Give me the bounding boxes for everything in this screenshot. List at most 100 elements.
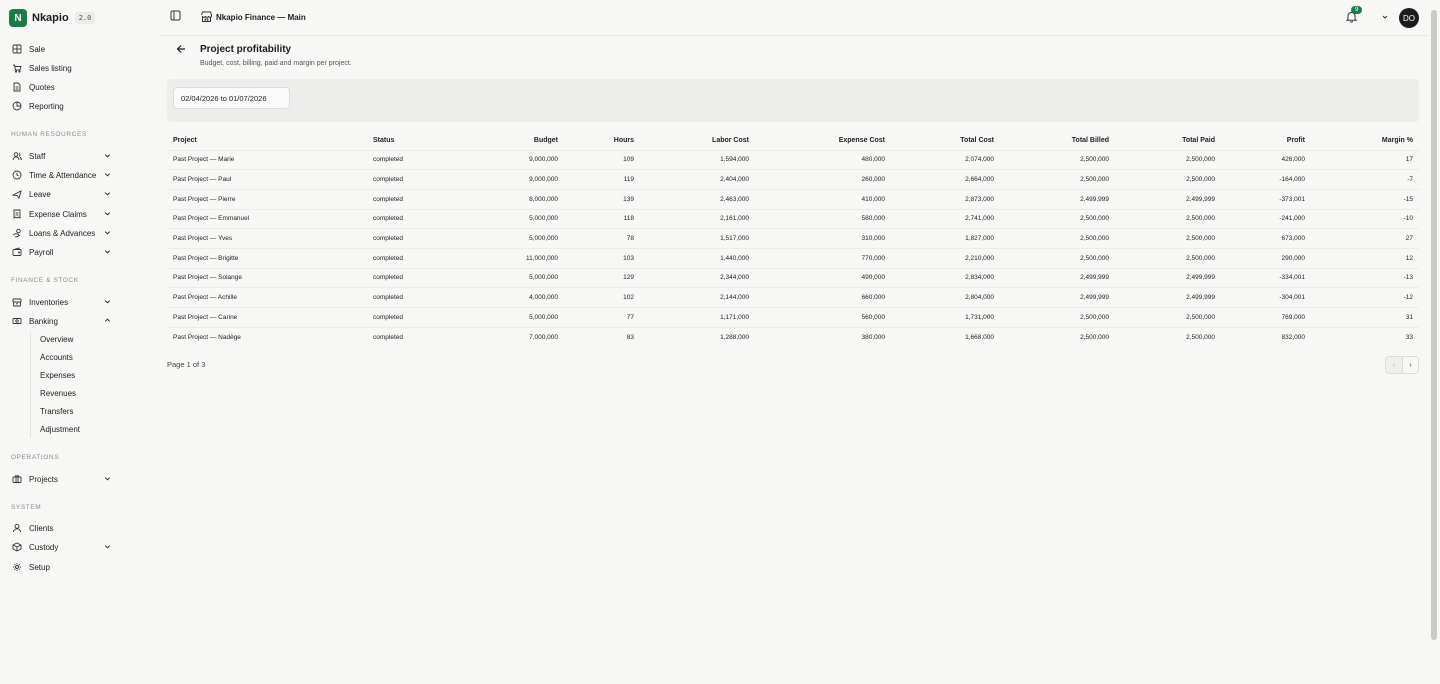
chevron-down-icon xyxy=(104,190,112,198)
column-header-status[interactable]: Status xyxy=(367,132,457,150)
cell-budget: 5,000,000 xyxy=(457,267,564,288)
sidebar-item-clients[interactable]: Clients xyxy=(12,520,112,536)
cell-total-paid: 2,500,000 xyxy=(1115,208,1221,229)
filter-bar: 02/04/2026 to 01/07/2026 xyxy=(167,79,1419,122)
wallet-icon xyxy=(12,247,22,257)
sidebar-item-banking[interactable]: Banking xyxy=(12,313,112,329)
sidebar-item-loans-advances[interactable]: Loans & Advances xyxy=(12,225,112,241)
table-row[interactable]: Past Project — Solange completed 5,000,000… xyxy=(167,267,1419,288)
sidebar-item-expense-claims[interactable]: Expense Claims xyxy=(12,206,112,222)
cell-total-paid: 2,500,000 xyxy=(1115,326,1221,347)
table-row[interactable]: Past Project — Emmanuel completed 5,000,00… xyxy=(167,208,1419,229)
cell-status: completed xyxy=(367,169,457,190)
cell-expense-cost: 580,000 xyxy=(755,208,891,229)
cell-total-paid: 2,500,000 xyxy=(1115,169,1221,190)
sidebar-item-label: Quotes xyxy=(29,82,55,92)
cell-total-cost: 1,827,000 xyxy=(891,228,1000,249)
cell-total-cost: 1,668,000 xyxy=(891,326,1000,347)
sidebar-item-setup[interactable]: Setup xyxy=(12,559,112,575)
column-header-labor-cost[interactable]: Labor Cost xyxy=(640,132,755,150)
table-row[interactable]: Past Project — Yves completed 5,000,000 78 1… xyxy=(167,228,1419,249)
column-header-total-cost[interactable]: Total Cost xyxy=(891,132,1000,150)
sidebar-item-sales-listing[interactable]: Sales listing xyxy=(12,60,112,76)
table-row[interactable]: Past Project — Brigitte completed 11,000,0… xyxy=(167,247,1419,269)
table-row[interactable]: Past Project — Marie completed 9,000,000 10… xyxy=(167,149,1419,170)
sidebar-subitem-overview[interactable]: Overview xyxy=(40,335,73,344)
table-row[interactable]: Past Project — Paul completed 9,000,000 119… xyxy=(167,169,1419,190)
avatar[interactable]: DO xyxy=(1399,8,1419,28)
sidebar-subitem-revenues[interactable]: Revenues xyxy=(40,389,76,398)
section-title-operations: OPERATIONS xyxy=(11,454,60,461)
brand-logo: N xyxy=(9,9,27,27)
date-range-picker[interactable]: 02/04/2026 to 01/07/2026 xyxy=(173,87,290,109)
column-header-expense-cost[interactable]: Expense Cost xyxy=(755,132,891,150)
cell-hours: 139 xyxy=(564,188,640,210)
sidebar-item-leave[interactable]: Leave xyxy=(12,186,112,202)
workspace-name[interactable]: Nkapio Finance — Main xyxy=(216,13,306,22)
column-header-margin[interactable]: Margin % xyxy=(1311,132,1419,150)
sidebar-item-sale[interactable]: Sale xyxy=(12,41,112,57)
sidebar-subitem-adjustment[interactable]: Adjustment xyxy=(40,425,80,434)
sidebar-item-projects[interactable]: Projects xyxy=(12,471,112,487)
column-header-total-paid[interactable]: Total Paid xyxy=(1115,132,1221,150)
column-header-profit[interactable]: Profit xyxy=(1221,132,1311,150)
column-header-hours[interactable]: Hours xyxy=(564,132,640,150)
scrollbar-thumb[interactable] xyxy=(1431,10,1437,640)
next-page-button[interactable]: › xyxy=(1402,357,1418,373)
scrollbar[interactable] xyxy=(1428,0,1440,684)
column-header-total-billed[interactable]: Total Billed xyxy=(1000,132,1115,150)
cell-project: Past Project — Solange xyxy=(167,267,367,288)
sidebar-item-staff[interactable]: Staff xyxy=(12,148,112,164)
profitability-table: Project Status Budget Hours Labor Cost E… xyxy=(167,132,1419,347)
cell-project: Past Project — Marie xyxy=(167,149,367,170)
pagination: ‹ › xyxy=(1385,356,1419,374)
cell-project: Past Project — Emmanuel xyxy=(167,208,367,229)
column-header-budget[interactable]: Budget xyxy=(457,132,564,150)
cell-total-paid: 2,499,999 xyxy=(1115,188,1221,210)
cell-hours: 129 xyxy=(564,267,640,288)
table-row[interactable]: Past Project — Pierre completed 8,000,000 1… xyxy=(167,188,1419,210)
table-row[interactable]: Past Project — Carine completed 5,000,000 7… xyxy=(167,307,1419,328)
cell-total-cost: 2,210,000 xyxy=(891,247,1000,269)
sidebar-item-label: Sale xyxy=(29,44,46,54)
cell-status: completed xyxy=(367,247,457,269)
sidebar-toggle-icon[interactable] xyxy=(170,10,181,21)
chevron-down-icon[interactable] xyxy=(1382,14,1388,20)
column-header-project[interactable]: Project xyxy=(167,132,367,150)
cell-budget: 5,000,000 xyxy=(457,228,564,249)
chevron-down-icon xyxy=(104,171,112,179)
sidebar: N Nkapio 2.0 Sale Sales listing Quotes R… xyxy=(0,0,120,684)
sidebar-item-custody[interactable]: Custody xyxy=(12,539,112,555)
sidebar-subitem-accounts[interactable]: Accounts xyxy=(40,353,73,362)
chevron-down-icon xyxy=(104,210,112,218)
table-row[interactable]: Past Project — Achille completed 4,000,000… xyxy=(167,287,1419,308)
previous-page-button[interactable]: ‹ xyxy=(1386,357,1402,373)
sidebar-subitem-expenses[interactable]: Expenses xyxy=(40,371,75,380)
cell-expense-cost: 560,000 xyxy=(755,307,891,328)
banknote-icon xyxy=(12,316,22,326)
cell-total-billed: 2,499,999 xyxy=(1000,287,1115,308)
table-row[interactable]: Past Project — Nadège completed 7,000,000 8… xyxy=(167,326,1419,347)
cell-total-paid: 2,499,999 xyxy=(1115,287,1221,308)
cell-total-cost: 2,804,000 xyxy=(891,287,1000,308)
sidebar-subitem-transfers[interactable]: Transfers xyxy=(40,407,74,416)
cart-icon xyxy=(12,63,22,73)
topbar: Nkapio Finance — Main 9 DO xyxy=(160,0,1428,36)
sidebar-item-label: Projects xyxy=(29,474,58,484)
cell-margin: 31 xyxy=(1311,307,1419,328)
sidebar-item-reporting[interactable]: Reporting xyxy=(12,98,112,114)
cell-total-billed: 2,500,000 xyxy=(1000,228,1115,249)
sidebar-item-time-attendance[interactable]: Time & Attendance xyxy=(12,167,112,183)
cell-expense-cost: 380,000 xyxy=(755,326,891,347)
section-title-system: SYSTEM xyxy=(11,504,42,511)
brand[interactable]: N Nkapio 2.0 xyxy=(9,9,96,27)
sidebar-item-label: Time & Attendance xyxy=(29,170,97,180)
sidebar-item-label: Sales listing xyxy=(29,63,72,73)
cell-profit: 290,000 xyxy=(1221,247,1311,269)
sidebar-item-quotes[interactable]: Quotes xyxy=(12,79,112,95)
arrow-left-icon[interactable] xyxy=(176,44,186,54)
sidebar-item-payroll[interactable]: Payroll xyxy=(12,244,112,260)
cell-total-billed: 2,499,999 xyxy=(1000,267,1115,288)
sidebar-item-inventories[interactable]: Inventories xyxy=(12,294,112,310)
cell-budget: 9,000,000 xyxy=(457,169,564,190)
